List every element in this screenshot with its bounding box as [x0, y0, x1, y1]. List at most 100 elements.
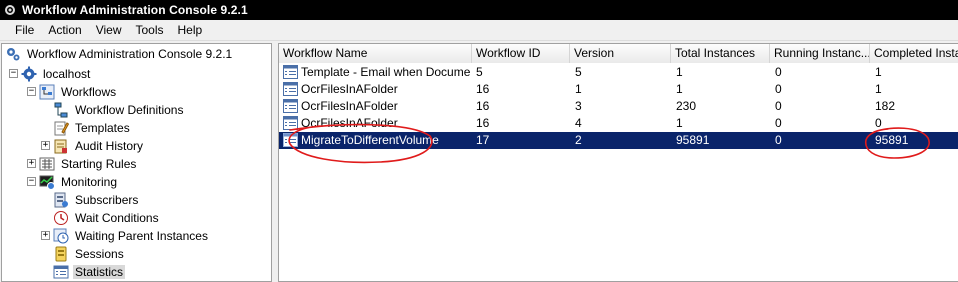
cell-total-instances: 230 — [676, 99, 697, 113]
cell-completed-instances: 182 — [875, 99, 896, 113]
cell-version: 2 — [575, 133, 582, 147]
expand-icon[interactable]: + — [41, 141, 50, 150]
table-row[interactable]: OcrFilesInAFolder 16 3 230 0 182 — [279, 98, 958, 115]
tree-item-localhost[interactable]: localhost — [21, 65, 92, 83]
tree-item-templates[interactable]: Templates — [53, 119, 132, 137]
statistics-icon — [283, 82, 298, 96]
sessions-icon — [53, 246, 69, 262]
cell-workflow-name: Template - Email when Document... — [301, 65, 471, 79]
audit-icon — [53, 138, 69, 154]
subscribers-icon — [53, 192, 69, 208]
cell-workflow-id: 16 — [476, 116, 490, 130]
cell-workflow-id: 5 — [476, 65, 483, 79]
table-header: Workflow Name Workflow ID Version Total … — [279, 44, 958, 63]
table-row-selected[interactable]: MigrateToDifferentVolume 17 2 95891 0 95… — [279, 132, 958, 149]
tree-item-label: localhost — [43, 67, 91, 81]
cell-completed-instances: 0 — [875, 116, 882, 130]
expand-icon[interactable]: + — [27, 159, 36, 168]
cell-workflow-name: OcrFilesInAFolder — [301, 82, 398, 96]
tree-item-label: Templates — [75, 121, 130, 135]
cell-completed-instances: 1 — [875, 82, 882, 96]
cell-total-instances: 95891 — [676, 133, 710, 147]
statistics-icon — [283, 65, 298, 79]
tree-item-label: Audit History — [75, 139, 144, 153]
statistics-icon — [283, 99, 298, 113]
statistics-icon — [283, 133, 298, 147]
tree-item-workflows[interactable]: Workflows — [39, 83, 118, 101]
tree-item-wait-conditions[interactable]: Wait Conditions — [53, 209, 161, 227]
table-row[interactable]: Template - Email when Document... 5 5 1 … — [279, 64, 958, 81]
monitor-icon — [39, 174, 55, 190]
tree-item-root[interactable]: Workflow Administration Console 9.2.1 — [5, 45, 234, 63]
tree-item-statistics[interactable]: Statistics — [53, 263, 126, 281]
table-row[interactable]: OcrFilesInAFolder 16 1 1 0 1 — [279, 81, 958, 98]
tree-item-label: Starting Rules — [61, 157, 137, 171]
collapse-icon[interactable]: − — [9, 69, 18, 78]
tree-item-label: Subscribers — [75, 193, 139, 207]
cell-completed-instances: 95891 — [875, 133, 909, 147]
cell-total-instances: 1 — [676, 65, 683, 79]
cell-running-instances: 0 — [775, 116, 782, 130]
cell-running-instances: 0 — [775, 133, 782, 147]
menu-view[interactable]: View — [89, 20, 129, 41]
cell-total-instances: 1 — [676, 82, 683, 96]
clock-icon — [53, 210, 69, 226]
table-row[interactable]: OcrFilesInAFolder 16 4 1 0 0 — [279, 115, 958, 132]
collapse-icon[interactable]: − — [27, 87, 36, 96]
window-title: Workflow Administration Console 9.2.1 — [22, 3, 248, 17]
gear-icon — [5, 46, 21, 62]
gear-icon — [21, 66, 37, 82]
cell-completed-instances: 1 — [875, 65, 882, 79]
tree-item-starting-rules[interactable]: Starting Rules — [39, 155, 138, 173]
tree-item-label: Workflow Administration Console 9.2.1 — [27, 47, 233, 61]
statistics-icon — [53, 264, 69, 280]
menu-bar: File Action View Tools Help — [0, 20, 958, 41]
tree-item-monitoring[interactable]: Monitoring — [39, 173, 119, 191]
workflow-icon — [39, 84, 55, 100]
cell-running-instances: 0 — [775, 65, 782, 79]
cell-workflow-id: 17 — [476, 133, 490, 147]
column-header-completed-instances[interactable]: Completed Insta... — [870, 44, 958, 63]
column-header-total-instances[interactable]: Total Instances — [671, 44, 770, 63]
tree-item-label: Waiting Parent Instances — [75, 229, 208, 243]
column-header-workflow-id[interactable]: Workflow ID — [472, 44, 570, 63]
tree-item-label: Sessions — [75, 247, 124, 261]
cell-workflow-id: 16 — [476, 99, 490, 113]
cell-running-instances: 0 — [775, 99, 782, 113]
title-bar: Workflow Administration Console 9.2.1 — [0, 0, 958, 20]
menu-action[interactable]: Action — [41, 20, 88, 41]
cell-version: 1 — [575, 82, 582, 96]
statistics-icon — [283, 116, 298, 130]
cell-total-instances: 1 — [676, 116, 683, 130]
expand-icon[interactable]: + — [41, 231, 50, 240]
flowchart-icon — [53, 102, 69, 118]
cell-running-instances: 0 — [775, 82, 782, 96]
column-header-version[interactable]: Version — [570, 44, 671, 63]
tree-item-audit-history[interactable]: Audit History — [53, 137, 145, 155]
column-header-running-instances[interactable]: Running Instanc... — [770, 44, 870, 63]
tree-item-label: Statistics — [73, 265, 126, 279]
cell-version: 5 — [575, 65, 582, 79]
tree-item-subscribers[interactable]: Subscribers — [53, 191, 140, 209]
tree-item-label: Monitoring — [61, 175, 118, 189]
waiting-instances-icon — [53, 228, 69, 244]
tree-item-label: Workflow Definitions — [75, 103, 184, 117]
rules-icon — [39, 156, 55, 172]
menu-help[interactable]: Help — [171, 20, 210, 41]
navigation-tree[interactable]: Workflow Administration Console 9.2.1 − … — [1, 43, 272, 282]
column-header-workflow-name[interactable]: Workflow Name — [279, 44, 472, 63]
tree-item-waiting-parent-instances[interactable]: Waiting Parent Instances — [53, 227, 210, 245]
menu-tools[interactable]: Tools — [129, 20, 171, 41]
menu-file[interactable]: File — [8, 20, 41, 41]
collapse-icon[interactable]: − — [27, 177, 36, 186]
statistics-table: Workflow Name Workflow ID Version Total … — [278, 43, 958, 282]
tree-item-workflow-definitions[interactable]: Workflow Definitions — [53, 101, 185, 119]
cell-workflow-id: 16 — [476, 82, 490, 96]
tree-item-sessions[interactable]: Sessions — [53, 245, 126, 263]
template-icon — [53, 120, 70, 136]
cell-version: 4 — [575, 116, 582, 130]
cell-workflow-name: OcrFilesInAFolder — [301, 116, 398, 130]
gear-icon — [4, 4, 16, 16]
tree-item-label: Wait Conditions — [75, 211, 159, 225]
tree-item-label: Workflows — [61, 85, 117, 99]
